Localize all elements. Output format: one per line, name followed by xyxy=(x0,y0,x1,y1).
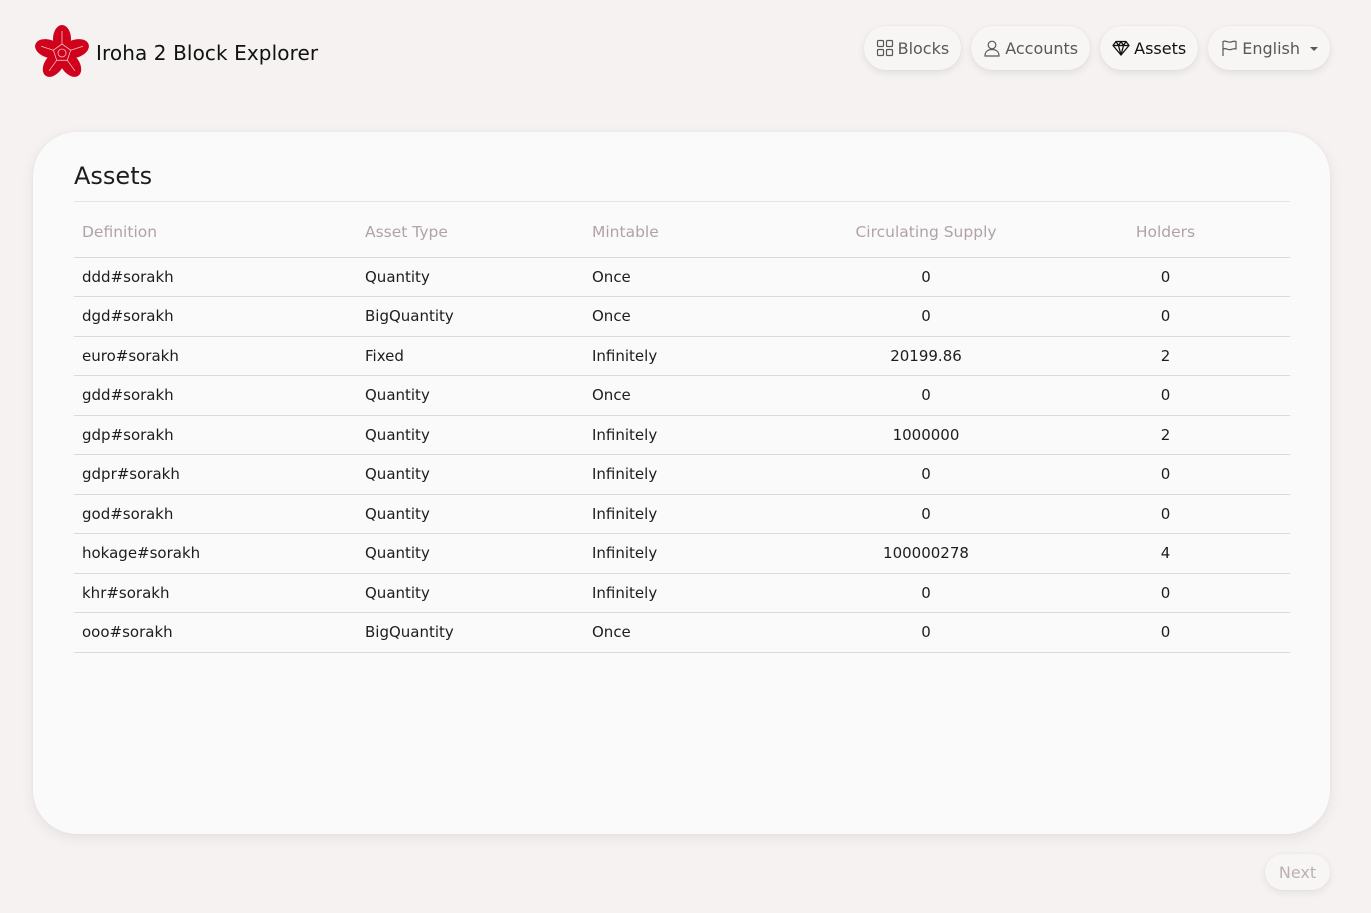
table-header-row: Definition Asset Type Mintable Circulati… xyxy=(74,208,1290,258)
assets-card: Assets Definition Asset Type Mintable Ci… xyxy=(33,132,1330,834)
cell-circulating-supply: 20199.86 xyxy=(811,336,1041,376)
table-row[interactable]: gdd#sorakh Quantity Once 0 0 xyxy=(74,375,1290,416)
nav-blocks-label: Blocks xyxy=(897,38,950,58)
cell-definition: gdpr#sorakh xyxy=(74,454,357,495)
column-header-holders: Holders xyxy=(1041,208,1290,258)
cell-mintable: Once xyxy=(584,612,811,653)
page-title: Assets xyxy=(74,162,153,190)
diamond-icon xyxy=(1112,40,1130,56)
cell-definition: god#sorakh xyxy=(74,494,357,534)
table-row[interactable]: ooo#sorakh BigQuantity Once 0 0 xyxy=(74,612,1290,653)
table-row[interactable]: khr#sorakh Quantity Infinitely 0 0 xyxy=(74,573,1290,613)
cell-holders: 0 xyxy=(1041,257,1290,297)
cell-asset-type: BigQuantity xyxy=(357,296,584,337)
cell-holders: 2 xyxy=(1041,415,1290,455)
cell-circulating-supply: 0 xyxy=(811,454,1041,495)
cell-definition: ddd#sorakh xyxy=(74,257,357,297)
top-nav: Blocks Accounts Assets English xyxy=(863,26,1330,70)
cell-definition: gdd#sorakh xyxy=(74,375,357,416)
grid-icon xyxy=(876,39,893,57)
header: Iroha 2 Block Explorer Blocks Accounts A… xyxy=(0,0,1371,100)
app-title: Iroha 2 Block Explorer xyxy=(96,41,319,65)
cell-holders: 2 xyxy=(1041,336,1290,376)
assets-table: Definition Asset Type Mintable Circulati… xyxy=(74,208,1290,653)
cell-holders: 0 xyxy=(1041,375,1290,416)
next-page-button[interactable]: Next xyxy=(1265,854,1330,890)
cell-holders: 0 xyxy=(1041,573,1290,613)
cell-asset-type: Quantity xyxy=(357,454,584,495)
cell-holders: 0 xyxy=(1041,612,1290,653)
cell-mintable: Infinitely xyxy=(584,336,811,376)
column-header-circulating-supply: Circulating Supply xyxy=(811,208,1041,258)
cell-mintable: Once xyxy=(584,296,811,337)
iroha-logo-icon xyxy=(35,25,89,77)
cell-holders: 0 xyxy=(1041,296,1290,337)
cell-mintable: Once xyxy=(584,257,811,297)
cell-circulating-supply: 0 xyxy=(811,257,1041,297)
nav-accounts-label: Accounts xyxy=(1005,38,1079,58)
cell-asset-type: Quantity xyxy=(357,494,584,534)
cell-definition: gdp#sorakh xyxy=(74,415,357,455)
column-header-definition: Definition xyxy=(74,208,357,258)
cell-holders: 4 xyxy=(1041,533,1290,574)
cell-mintable: Infinitely xyxy=(584,454,811,495)
cell-circulating-supply: 1000000 xyxy=(811,415,1041,455)
nav-blocks-button[interactable]: Blocks xyxy=(863,26,962,70)
flag-icon xyxy=(1222,40,1237,56)
cell-asset-type: Quantity xyxy=(357,415,584,455)
column-header-asset-type: Asset Type xyxy=(357,208,584,258)
cell-asset-type: Quantity xyxy=(357,375,584,416)
cell-definition: ooo#sorakh xyxy=(74,612,357,653)
table-row[interactable]: ddd#sorakh Quantity Once 0 0 xyxy=(74,257,1290,297)
cell-circulating-supply: 0 xyxy=(811,573,1041,613)
cell-mintable: Infinitely xyxy=(584,573,811,613)
title-divider xyxy=(74,201,1290,202)
table-row[interactable]: gdp#sorakh Quantity Infinitely 1000000 2 xyxy=(74,415,1290,455)
language-label: English xyxy=(1242,38,1300,58)
nav-accounts-button[interactable]: Accounts xyxy=(971,26,1091,70)
cell-asset-type: Fixed xyxy=(357,336,584,376)
cell-circulating-supply: 100000278 xyxy=(811,533,1041,574)
chevron-down-icon xyxy=(1310,47,1318,51)
cell-holders: 0 xyxy=(1041,494,1290,534)
cell-mintable: Infinitely xyxy=(584,415,811,455)
cell-definition: khr#sorakh xyxy=(74,573,357,613)
cell-asset-type: Quantity xyxy=(357,257,584,297)
nav-assets-label: Assets xyxy=(1134,38,1187,58)
cell-circulating-supply: 0 xyxy=(811,375,1041,416)
cell-mintable: Infinitely xyxy=(584,494,811,534)
cell-asset-type: Quantity xyxy=(357,573,584,613)
cell-mintable: Infinitely xyxy=(584,533,811,574)
cell-circulating-supply: 0 xyxy=(811,612,1041,653)
table-row[interactable]: hokage#sorakh Quantity Infinitely 100000… xyxy=(74,533,1290,574)
column-header-mintable: Mintable xyxy=(584,208,811,258)
nav-assets-button[interactable]: Assets xyxy=(1100,26,1199,70)
cell-circulating-supply: 0 xyxy=(811,494,1041,534)
cell-holders: 0 xyxy=(1041,454,1290,495)
cell-definition: euro#sorakh xyxy=(74,336,357,376)
cell-asset-type: BigQuantity xyxy=(357,612,584,653)
table-row[interactable]: gdpr#sorakh Quantity Infinitely 0 0 xyxy=(74,454,1290,495)
table-row[interactable]: god#sorakh Quantity Infinitely 0 0 xyxy=(74,494,1290,534)
table-row[interactable]: euro#sorakh Fixed Infinitely 20199.86 2 xyxy=(74,336,1290,376)
user-icon xyxy=(984,40,1000,57)
cell-mintable: Once xyxy=(584,375,811,416)
brand[interactable]: Iroha 2 Block Explorer xyxy=(33,25,318,81)
cell-definition: hokage#sorakh xyxy=(74,533,357,574)
table-row[interactable]: dgd#sorakh BigQuantity Once 0 0 xyxy=(74,296,1290,337)
cell-definition: dgd#sorakh xyxy=(74,296,357,337)
cell-circulating-supply: 0 xyxy=(811,296,1041,337)
language-dropdown[interactable]: English xyxy=(1208,26,1330,70)
cell-asset-type: Quantity xyxy=(357,533,584,574)
